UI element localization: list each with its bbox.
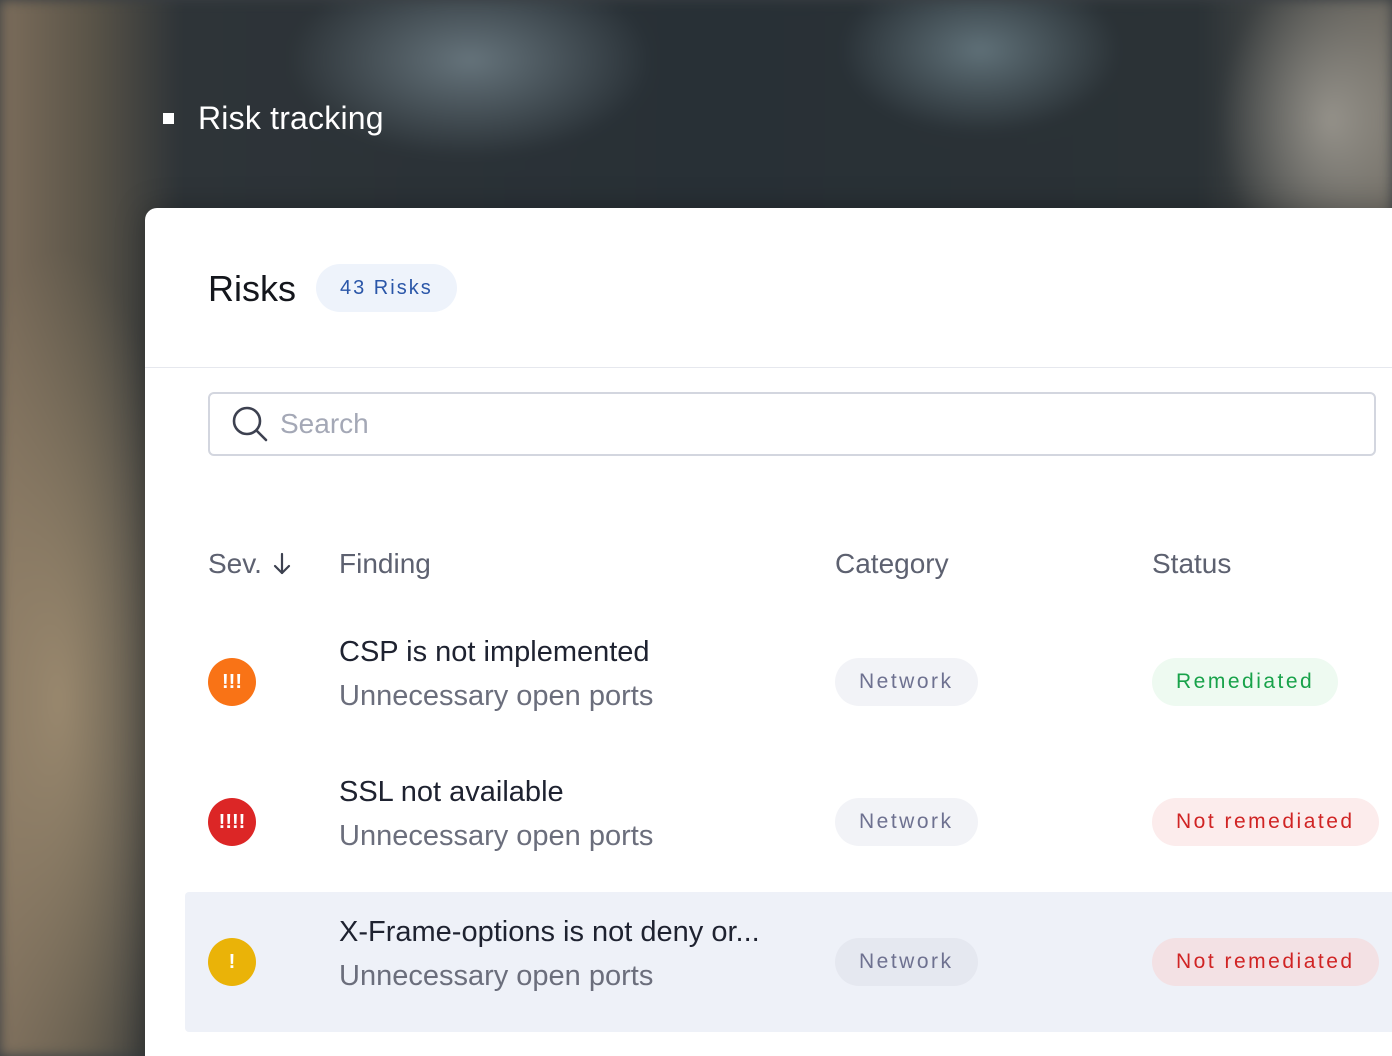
risks-card: Risks 43 Risks Sev. Finding Category Sta…: [145, 208, 1392, 1056]
column-label-category: Category: [835, 548, 949, 579]
severity-badge: !: [208, 938, 256, 986]
column-label-finding: Finding: [339, 548, 431, 579]
category-tag: Network: [835, 798, 978, 846]
section-heading: Risk tracking: [198, 100, 384, 136]
status-badge: Remediated: [1152, 658, 1339, 706]
table-row[interactable]: !!! CSP is not implemented Unnecessary o…: [185, 612, 1392, 752]
column-header-severity[interactable]: Sev.: [208, 548, 292, 580]
search-icon: [232, 406, 268, 442]
finding-title: SSL not available: [339, 776, 564, 808]
finding-subtitle: Unnecessary open ports: [339, 680, 654, 712]
section-header: Risk tracking: [163, 100, 384, 137]
column-header-finding[interactable]: Finding: [339, 548, 431, 580]
finding-title: CSP is not implemented: [339, 636, 650, 668]
table-row[interactable]: ! X-Frame-options is not deny or... Unne…: [185, 892, 1392, 1032]
risk-count-badge: 43 Risks: [316, 264, 457, 312]
finding-subtitle: Unnecessary open ports: [339, 820, 654, 852]
square-bullet-icon: [163, 113, 174, 124]
finding-subtitle: Unnecessary open ports: [339, 960, 654, 992]
status-badge: Not remediated: [1152, 938, 1379, 986]
search-box[interactable]: [208, 392, 1376, 456]
category-tag: Network: [835, 938, 978, 986]
column-header-category[interactable]: Category: [835, 548, 949, 580]
card-header: Risks 43 Risks: [145, 208, 1392, 368]
column-header-status[interactable]: Status: [1152, 548, 1231, 580]
finding-title: X-Frame-options is not deny or...: [339, 916, 760, 948]
status-badge: Not remediated: [1152, 798, 1379, 846]
arrow-down-icon: [273, 552, 291, 575]
search-input[interactable]: [280, 408, 1330, 440]
card-title: Risks: [208, 268, 296, 309]
column-label-status: Status: [1152, 548, 1232, 579]
table-row[interactable]: !!!! SSL not available Unnecessary open …: [185, 752, 1392, 892]
column-label-severity: Sev.: [208, 548, 262, 579]
severity-badge: !!!: [208, 658, 256, 706]
severity-badge: !!!!: [208, 798, 256, 846]
category-tag: Network: [835, 658, 978, 706]
